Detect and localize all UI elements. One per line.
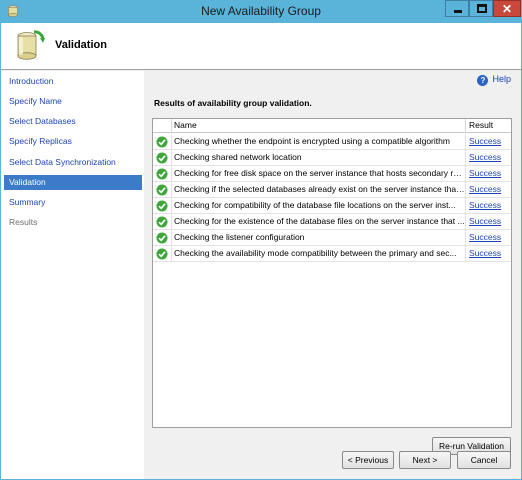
previous-button[interactable]: < Previous [342, 451, 394, 469]
validation-results-grid: Name Result Checking whether the endpoin… [152, 118, 512, 428]
row-result-link[interactable]: Success [465, 214, 511, 230]
close-icon: ✕ [501, 2, 513, 16]
maximize-icon [477, 4, 487, 13]
nav-item-results: Results [9, 217, 38, 227]
table-row[interactable]: Checking for the existence of the databa… [153, 214, 511, 230]
nav-item-select-data-synchronization[interactable]: Select Data Synchronization [4, 155, 142, 170]
row-result-link[interactable]: Success [465, 182, 511, 198]
row-name: Checking whether the endpoint is encrypt… [171, 134, 465, 150]
page-title: Validation [55, 39, 107, 51]
cancel-button[interactable]: Cancel [457, 451, 511, 469]
row-name: Checking the availability mode compatibi… [171, 246, 465, 262]
maximize-button[interactable] [469, 0, 493, 17]
row-name: Checking for free disk space on the serv… [171, 166, 465, 182]
check-circle-icon [156, 184, 168, 196]
grid-header: Name Result [153, 119, 511, 133]
next-button[interactable]: Next > [399, 451, 451, 469]
results-heading: Results of availability group validation… [154, 98, 312, 108]
row-name: Checking for compatibility of the databa… [171, 198, 465, 214]
database-refresh-icon [17, 30, 45, 60]
nav-item-validation[interactable]: Validation [4, 175, 142, 190]
table-row[interactable]: Checking for compatibility of the databa… [153, 198, 511, 214]
check-circle-icon [156, 136, 168, 148]
row-result-link[interactable]: Success [465, 246, 511, 262]
help-label: Help [492, 74, 511, 84]
nav-item-specify-replicas[interactable]: Specify Replicas [4, 134, 142, 149]
wizard-navigation: Introduction Specify Name Select Databas… [1, 71, 144, 479]
check-circle-icon [156, 248, 168, 260]
row-result-link[interactable]: Success [465, 230, 511, 246]
minimize-icon [454, 10, 462, 13]
row-result-link[interactable]: Success [465, 166, 511, 182]
check-circle-icon [156, 216, 168, 228]
title-bar[interactable]: New Availability Group ✕ [0, 0, 522, 23]
help-link[interactable]: ? Help [477, 74, 511, 86]
column-header-result[interactable]: Result [465, 119, 511, 133]
row-result-link[interactable]: Success [465, 198, 511, 214]
window-title: New Availability Group [201, 4, 321, 18]
table-row[interactable]: Checking whether the endpoint is encrypt… [153, 134, 511, 150]
table-row[interactable]: Checking the listener configuration Succ… [153, 230, 511, 246]
row-name: Checking shared network location [171, 150, 465, 166]
nav-item-summary[interactable]: Summary [4, 195, 142, 210]
column-header-name[interactable]: Name [171, 119, 465, 133]
nav-item-introduction[interactable]: Introduction [4, 74, 142, 89]
nav-item-select-databases[interactable]: Select Databases [4, 114, 142, 129]
check-circle-icon [156, 200, 168, 212]
table-row[interactable]: Checking if the selected databases alrea… [153, 182, 511, 198]
table-row[interactable]: Checking for free disk space on the serv… [153, 166, 511, 182]
check-circle-icon [156, 152, 168, 164]
row-name: Checking for the existence of the databa… [171, 214, 465, 230]
check-circle-icon [156, 168, 168, 180]
wizard-body: Validation Introduction Specify Name Sel… [1, 23, 521, 479]
minimize-button[interactable] [445, 0, 469, 17]
row-name: Checking the listener configuration [171, 230, 465, 246]
table-row[interactable]: Checking the availability mode compatibi… [153, 246, 511, 262]
check-circle-icon [156, 232, 168, 244]
nav-item-specify-name[interactable]: Specify Name [4, 94, 142, 109]
page-header: Validation [1, 23, 521, 70]
wizard-window: New Availability Group ✕ Validation Intr… [0, 0, 522, 480]
table-row[interactable]: Checking shared network location Success [153, 150, 511, 166]
row-name: Checking if the selected databases alrea… [171, 182, 465, 198]
question-circle-icon: ? [477, 75, 489, 86]
row-result-link[interactable]: Success [465, 134, 511, 150]
row-result-link[interactable]: Success [465, 150, 511, 166]
close-button[interactable]: ✕ [493, 0, 521, 17]
